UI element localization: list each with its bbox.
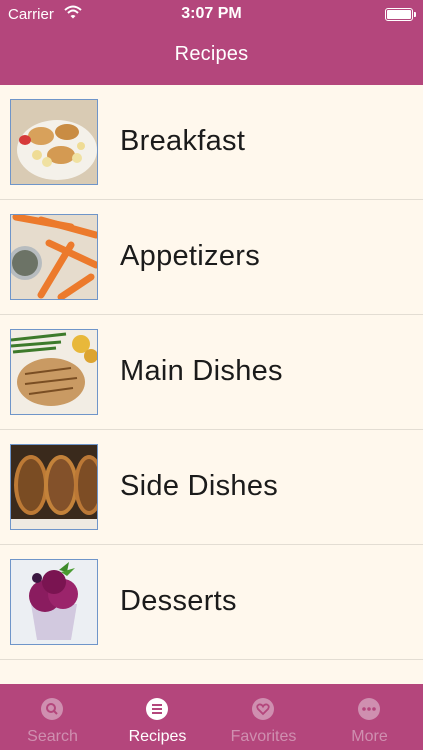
- list-item-label: Appetizers: [120, 240, 261, 272]
- list-item-label: Breakfast: [120, 125, 246, 157]
- more-icon: [358, 698, 380, 720]
- breakfast-thumbnail: [10, 99, 98, 185]
- list-item-appetizers[interactable]: Appetizers: [0, 200, 423, 315]
- list-item-label: Main Dishes: [120, 355, 283, 387]
- tab-label: Recipes: [128, 728, 187, 745]
- status-bar: Carrier 3:07 PM: [0, 0, 423, 28]
- battery-icon: [385, 8, 416, 21]
- page-title: Recipes: [174, 43, 249, 65]
- category-list: Breakfast Appetizers Main Dishes Side Di…: [0, 85, 423, 660]
- desserts-thumbnail: [10, 559, 98, 645]
- main-dishes-thumbnail: [10, 329, 98, 415]
- tab-search[interactable]: Search: [0, 684, 105, 750]
- status-time: 3:07 PM: [181, 5, 242, 22]
- list-item-breakfast[interactable]: Breakfast: [0, 85, 423, 200]
- list-item-desserts[interactable]: Desserts: [0, 545, 423, 660]
- tab-recipes[interactable]: Recipes: [105, 684, 210, 750]
- tab-label: Favorites: [230, 728, 297, 745]
- side-dishes-thumbnail: [10, 444, 98, 530]
- tab-label: Search: [27, 728, 78, 745]
- search-icon: [41, 698, 63, 720]
- tab-more[interactable]: More: [317, 684, 422, 750]
- appetizers-thumbnail: [10, 214, 98, 300]
- list-item-label: Desserts: [120, 585, 237, 617]
- heart-icon: [252, 698, 274, 720]
- tab-label: More: [351, 728, 388, 745]
- tab-favorites[interactable]: Favorites: [211, 684, 316, 750]
- list-icon: [146, 698, 168, 720]
- navigation-header: Carrier 3:07 PM Recipes: [0, 0, 423, 85]
- tab-bar: Search Recipes Favorites More: [0, 684, 423, 750]
- list-item-side-dishes[interactable]: Side Dishes: [0, 430, 423, 545]
- list-item-main-dishes[interactable]: Main Dishes: [0, 315, 423, 430]
- list-item-label: Side Dishes: [120, 470, 279, 502]
